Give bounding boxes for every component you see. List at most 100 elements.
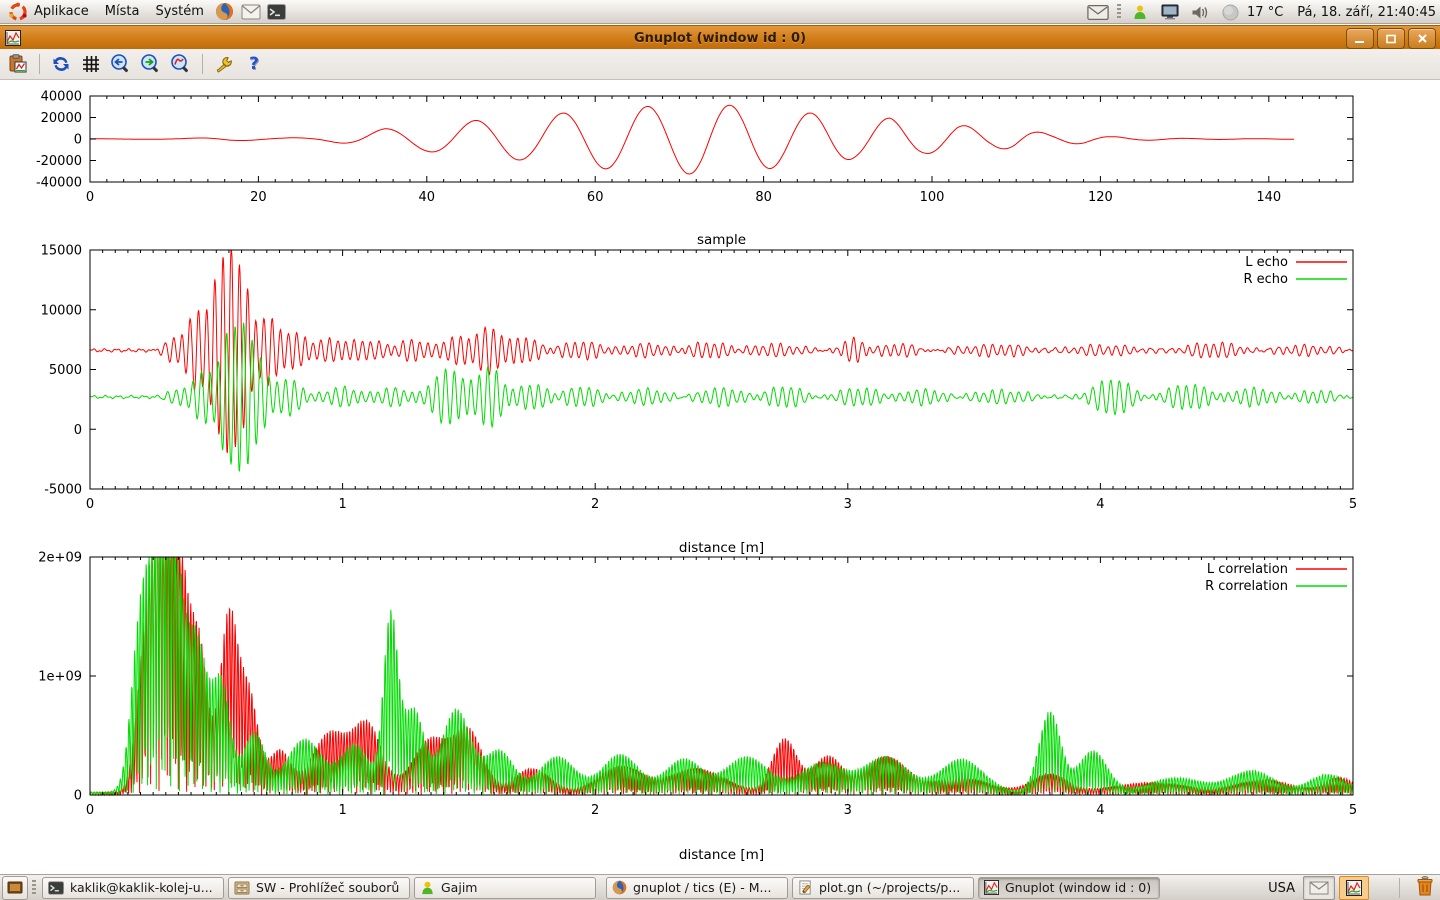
- plots-svg[interactable]: 02040608010012014040000200000-20000-4000…: [0, 80, 1440, 874]
- task-firefox[interactable]: gnuplot / tics (E) - M...: [606, 877, 788, 899]
- x-tick-label: 5: [1349, 803, 1357, 818]
- tray-separator: [1117, 4, 1121, 20]
- task-gnuplot[interactable]: Gnuplot (window id : 0): [978, 877, 1160, 899]
- task-label: gnuplot / tics (E) - M...: [633, 880, 771, 895]
- desktop: Aplikace Místa Systém: [0, 0, 1440, 900]
- menu-system-label: Systém: [155, 4, 203, 19]
- clock-label[interactable]: Pá, 18. září, 21:40:45: [1297, 5, 1436, 20]
- x-tick-label: 100: [920, 190, 945, 205]
- series-chirp-signal: [90, 105, 1294, 174]
- mail-tray-icon[interactable]: [1087, 1, 1109, 23]
- config-icon[interactable]: [212, 52, 236, 76]
- firefox-icon: [612, 880, 627, 895]
- chart-echo[interactable]: 012345150001000050000-5000distance [m]L …: [41, 244, 1358, 557]
- volume-icon[interactable]: [1189, 1, 1211, 23]
- menu-applications[interactable]: Aplikace: [0, 0, 97, 24]
- trash-icon[interactable]: [1414, 875, 1436, 900]
- x-tick-label: 2: [591, 803, 599, 818]
- x-tick-label: 140: [1256, 190, 1281, 205]
- chart-correlation[interactable]: 0123452e+091e+090distance [m]L correlati…: [38, 551, 1357, 864]
- display-icon[interactable]: [1159, 1, 1181, 23]
- task-editor[interactable]: plot.gn (~/projects/p...: [792, 877, 974, 899]
- series-l-correlation: [90, 557, 1353, 795]
- task-file-manager[interactable]: SW - Prohlížeč souborů: [228, 877, 410, 899]
- y-tick-label: 1e+09: [38, 670, 82, 685]
- bottom-panel: kaklik@kaklik-kolej-u... SW - Prohlížeč …: [0, 874, 1440, 900]
- task-label: SW - Prohlížeč souborů: [256, 880, 399, 895]
- ubuntu-logo-icon: [8, 2, 28, 22]
- minimize-button[interactable]: [1346, 28, 1374, 49]
- x-tick-label: 120: [1088, 190, 1113, 205]
- grid-icon[interactable]: [79, 52, 103, 76]
- x-tick-label: 1: [338, 497, 346, 512]
- x-axis-label: distance [m]: [679, 847, 764, 863]
- menu-places[interactable]: Místa: [97, 0, 148, 24]
- gnuplot-window-titlebar[interactable]: Gnuplot (window id : 0): [0, 25, 1440, 50]
- keyboard-layout-indicator[interactable]: USA: [1268, 881, 1295, 896]
- x-tick-label: 80: [755, 190, 772, 205]
- task-gajim[interactable]: Gajim: [414, 877, 596, 899]
- x-tick-label: 4: [1096, 497, 1104, 512]
- plot-border: [90, 250, 1353, 489]
- top-panel-tray: 17 °C Pá, 18. září, 21:40:45: [1085, 0, 1436, 24]
- task-label: Gajim: [441, 880, 477, 895]
- gnuplot-canvas[interactable]: 02040608010012014040000200000-20000-4000…: [0, 80, 1440, 874]
- y-tick-label: 15000: [41, 244, 82, 259]
- file-manager-icon: [234, 881, 250, 895]
- terminal-icon: [48, 881, 64, 895]
- window-title: Gnuplot (window id : 0): [0, 31, 1440, 46]
- x-tick-label: 4: [1096, 803, 1104, 818]
- x-tick-label: 20: [250, 190, 267, 205]
- series-l-echo: [90, 250, 1353, 452]
- taskbar-handle[interactable]: [32, 880, 36, 896]
- temperature-label[interactable]: 17 °C: [1247, 5, 1283, 20]
- x-tick-label: 2: [591, 497, 599, 512]
- y-tick-label: 10000: [41, 303, 82, 318]
- gnuplot-window-icon: [5, 30, 21, 46]
- x-tick-label: 3: [844, 803, 852, 818]
- y-tick-label: 2e+09: [38, 551, 82, 566]
- y-tick-label: 40000: [41, 90, 82, 105]
- copy-to-clipboard-icon[interactable]: [6, 52, 30, 76]
- y-tick-label: 0: [74, 789, 82, 804]
- weather-icon[interactable]: [1219, 1, 1241, 23]
- show-desktop-button[interactable]: [2, 876, 28, 900]
- x-tick-label: 0: [86, 803, 94, 818]
- maximize-button[interactable]: [1377, 28, 1405, 49]
- x-tick-label: 40: [419, 190, 436, 205]
- y-tick-label: 0: [74, 133, 82, 148]
- text-editor-icon: [798, 880, 813, 895]
- replot-icon[interactable]: [49, 52, 73, 76]
- close-button[interactable]: [1408, 28, 1436, 49]
- y-tick-label: 20000: [41, 111, 82, 126]
- mail-tray-icon[interactable]: [1303, 876, 1335, 900]
- menu-system[interactable]: Systém: [147, 0, 211, 24]
- menu-applications-label: Aplikace: [34, 4, 89, 19]
- gnuplot-tray-icon[interactable]: [1339, 876, 1369, 900]
- zoom-next-icon[interactable]: [139, 52, 163, 76]
- task-label: Gnuplot (window id : 0): [1005, 880, 1151, 895]
- gnuplot-icon: [984, 880, 999, 895]
- gajim-status-icon[interactable]: [1129, 1, 1151, 23]
- task-terminal[interactable]: kaklik@kaklik-kolej-u...: [42, 877, 224, 899]
- gajim-icon: [420, 880, 435, 895]
- help-icon[interactable]: ?: [242, 52, 266, 76]
- x-tick-label: 5: [1349, 497, 1357, 512]
- autoscale-icon[interactable]: [169, 52, 193, 76]
- x-tick-label: 3: [844, 497, 852, 512]
- chart-signal[interactable]: 02040608010012014040000200000-20000-4000…: [36, 90, 1353, 249]
- firefox-launcher-icon[interactable]: [214, 1, 236, 23]
- x-axis-label: distance [m]: [679, 540, 764, 556]
- tray-separator: [1399, 878, 1400, 898]
- task-label: plot.gn (~/projects/p...: [819, 880, 960, 895]
- y-tick-label: -20000: [36, 154, 82, 169]
- x-tick-label: 0: [86, 497, 94, 512]
- mail-launcher-icon[interactable]: [240, 1, 262, 23]
- x-axis-label: sample: [697, 232, 746, 248]
- legend-label: L correlation: [1207, 562, 1288, 577]
- terminal-launcher-icon[interactable]: [266, 1, 288, 23]
- menu-places-label: Místa: [105, 4, 140, 19]
- zoom-previous-icon[interactable]: [109, 52, 133, 76]
- y-tick-label: 5000: [49, 363, 82, 378]
- y-tick-label: -40000: [36, 176, 82, 191]
